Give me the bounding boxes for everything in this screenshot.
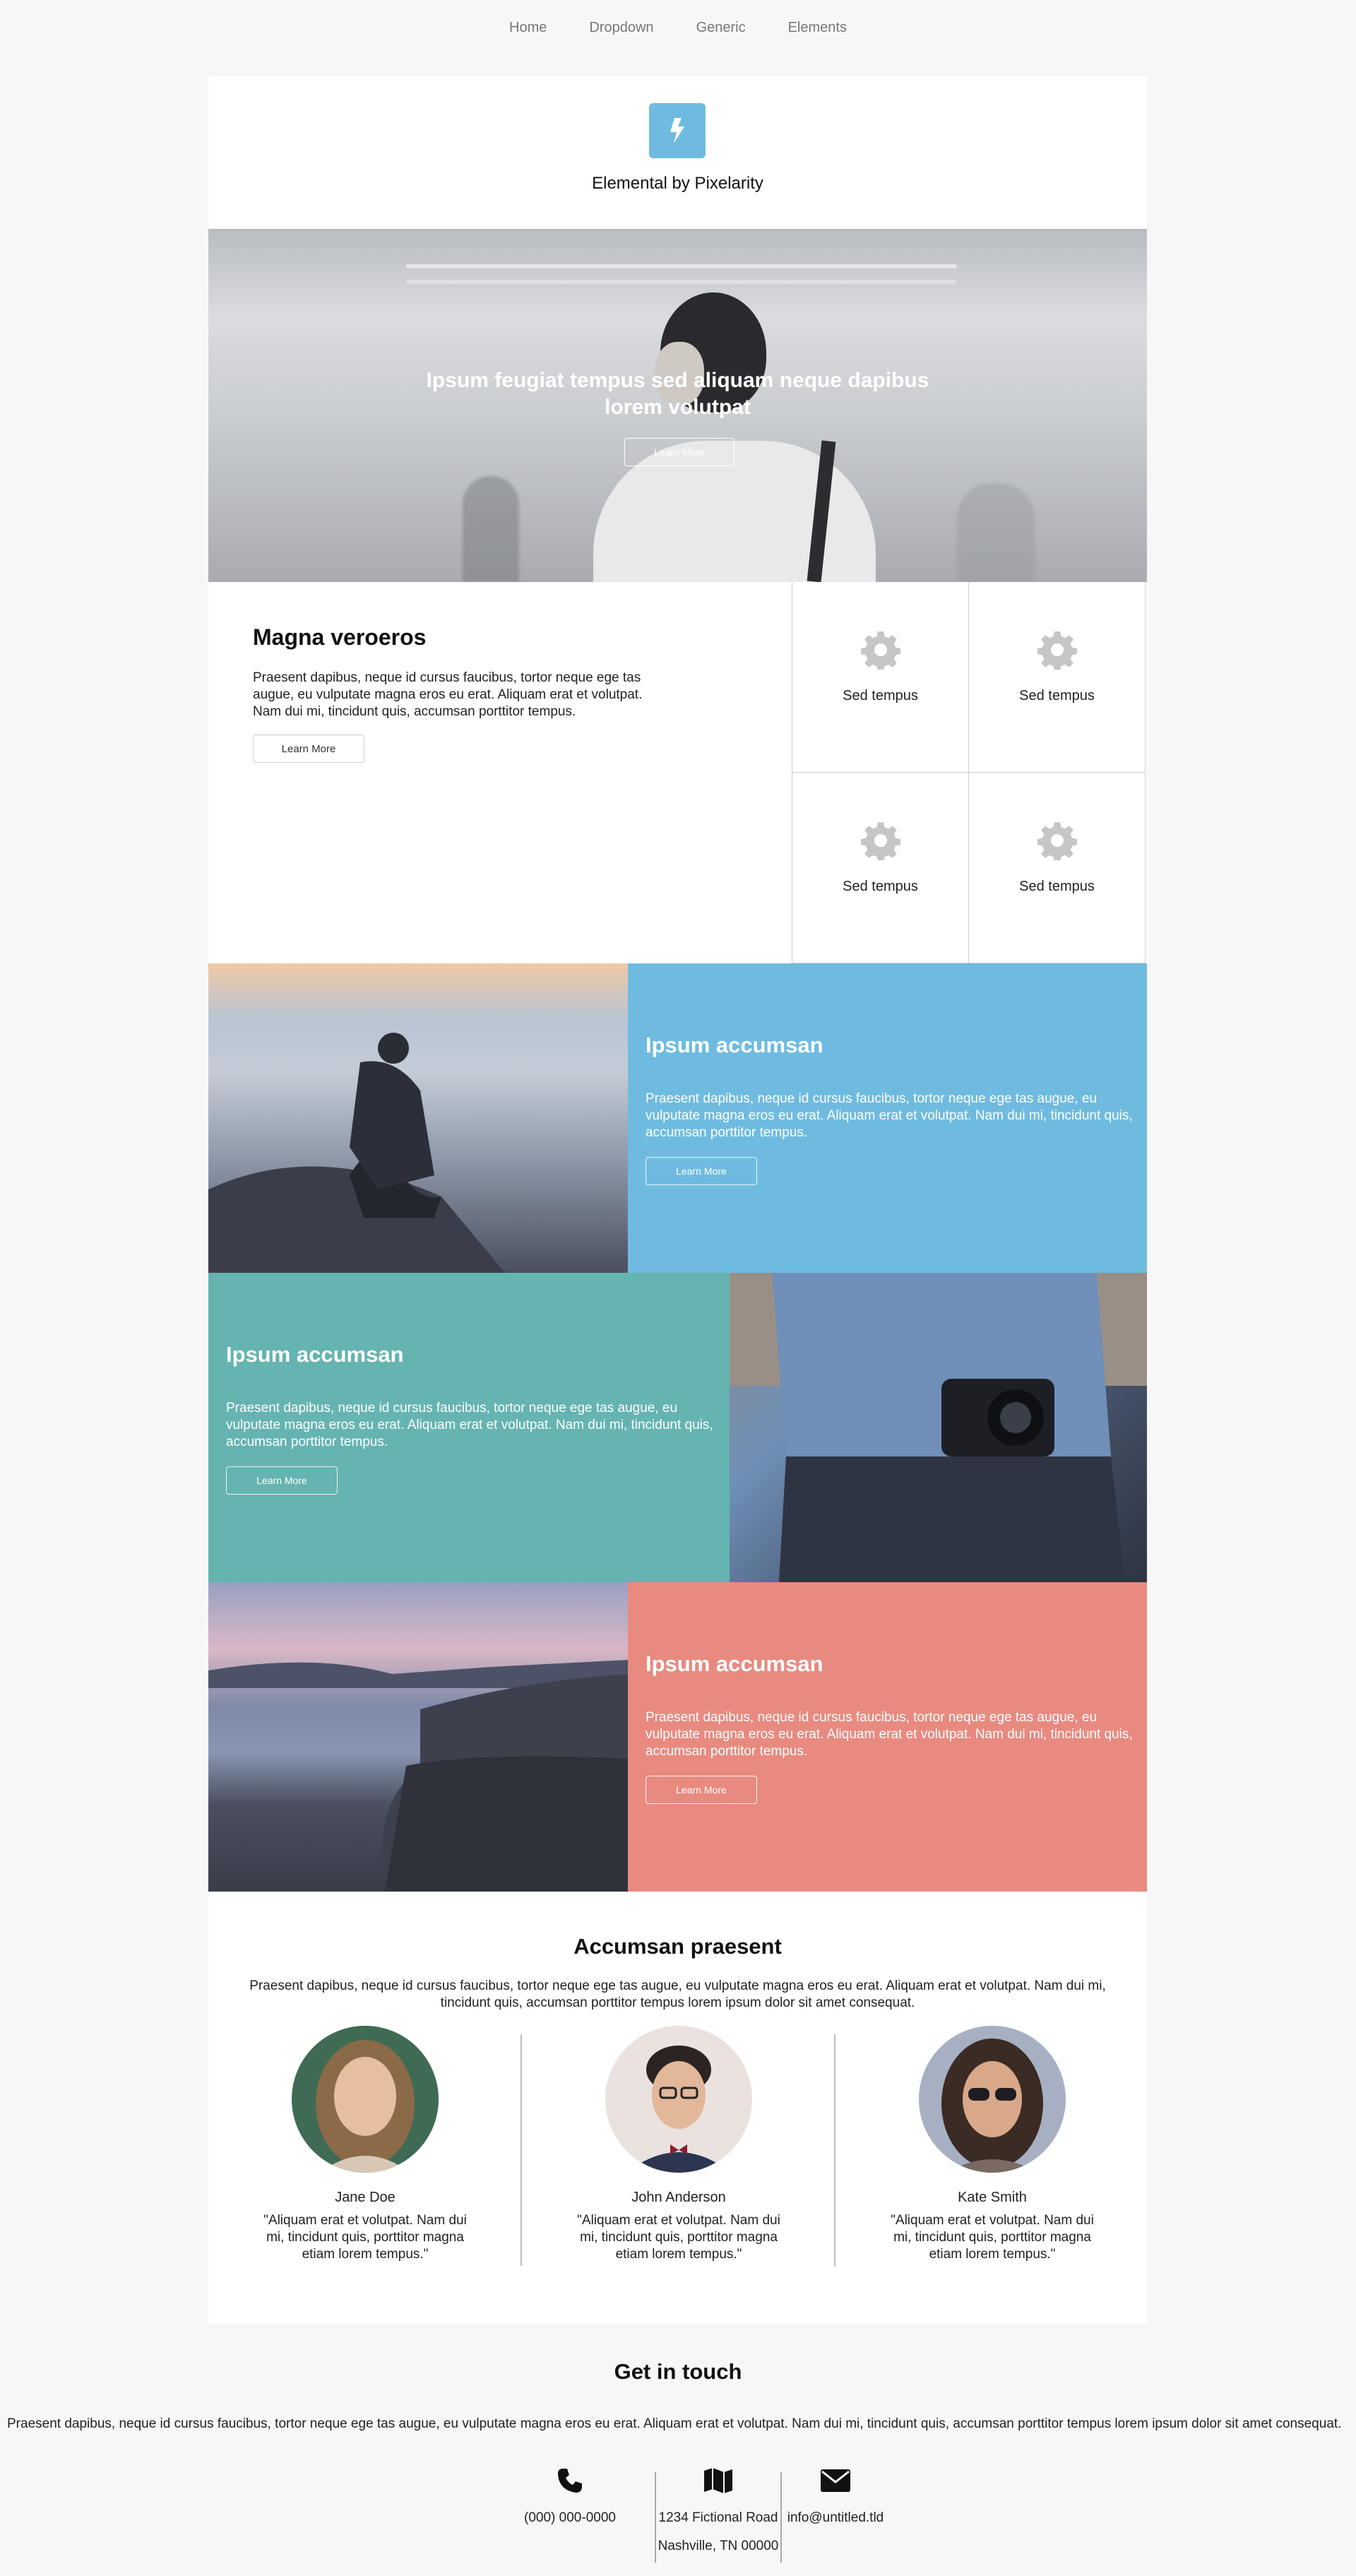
top-nav: Home Dropdown Generic Elements (0, 20, 1356, 36)
avatar (292, 2026, 439, 2173)
avatar-art (292, 2026, 439, 2173)
feature-grid: Sed tempus Sed tempus Sed tempus Sed tem… (792, 582, 1146, 963)
phone-icon-wrap (510, 2464, 630, 2498)
nav-home[interactable]: Home (509, 20, 547, 36)
contact-address-line2: Nashville, TN 00000 (658, 2539, 779, 2553)
spotlight-text: Praesent dapibus, neque id cursus faucib… (646, 1710, 1133, 1759)
spotlight-title: Ipsum accumsan (646, 1651, 823, 1676)
feature-label: Sed tempus (843, 688, 918, 704)
avatar (605, 2026, 752, 2173)
team-member: Kate Smith "Aliquam erat et volutpat. Na… (835, 2026, 1149, 2266)
gear-icon (1037, 631, 1077, 670)
contact-text: Praesent dapibus, neque id cursus faucib… (7, 2416, 1342, 2431)
intro-learn-more-button[interactable]: Learn More (253, 735, 364, 763)
divider (780, 2472, 782, 2563)
banner-learn-more-button[interactable]: Learn More (624, 438, 734, 466)
feature-item: Sed tempus (969, 773, 1146, 963)
spotlight-3: Ipsum accumsan Praesent dapibus, neque i… (208, 1582, 1147, 1892)
phone-icon (558, 2469, 582, 2493)
spotlight-learn-more-button[interactable]: Learn More (226, 1466, 338, 1495)
contact-email: info@untitled.tld (783, 2464, 888, 2526)
team-member: John Anderson "Aliquam erat et volutpat.… (522, 2026, 835, 2266)
page-wrapper: Elemental by Pixelarity Ipsum feugiat te… (208, 76, 1147, 2324)
member-quote: "Aliquam erat et volutpat. Nam dui mi, t… (577, 2213, 780, 2262)
member-quote: "Aliquam erat et volutpat. Nam dui mi, t… (263, 2213, 467, 2262)
spotlight-learn-more-button[interactable]: Learn More (646, 1157, 757, 1185)
intro-text: Praesent dapibus, neque id cursus faucib… (253, 670, 643, 719)
banner-image-detail (406, 280, 957, 284)
gear-icon (861, 822, 900, 860)
site-logo[interactable] (649, 103, 706, 158)
spotlight-panel: Ipsum accumsan Praesent dapibus, neque i… (628, 963, 1147, 1273)
feature-item: Sed tempus (792, 582, 969, 773)
spotlight-image-art (208, 1033, 505, 1273)
map-icon (704, 2468, 732, 2493)
hero-banner: Ipsum feugiat tempus sed aliquam neque d… (208, 229, 1147, 582)
spotlight-image-art (208, 1660, 628, 1892)
gear-icon (1037, 822, 1077, 860)
member-name: Jane Doe (335, 2190, 396, 2205)
spotlight-image (730, 1273, 1147, 1582)
spotlight-text: Praesent dapibus, neque id cursus faucib… (646, 1091, 1133, 1140)
team-intro: Praesent dapibus, neque id cursus faucib… (249, 1978, 1106, 2010)
contact-address-line1: 1234 Fictional Road (658, 2510, 778, 2525)
envelope-icon (821, 2469, 850, 2492)
feature-item: Sed tempus (969, 582, 1146, 773)
spotlight-title: Ipsum accumsan (226, 1342, 404, 1367)
spotlight-learn-more-button[interactable]: Learn More (646, 1776, 757, 1804)
nav-generic[interactable]: Generic (696, 20, 746, 36)
intro-section: Magna veroeros Praesent dapibus, neque i… (208, 582, 1147, 963)
site-title: Elemental by Pixelarity (592, 174, 763, 193)
member-name: John Anderson (631, 2190, 726, 2205)
feature-label: Sed tempus (1019, 879, 1095, 894)
spotlight-image-art (730, 1273, 1147, 1582)
member-quote: "Aliquam erat et volutpat. Nam dui mi, t… (891, 2213, 1094, 2262)
feature-label: Sed tempus (1019, 688, 1095, 704)
banner-image-detail (406, 264, 957, 268)
nav-dropdown[interactable]: Dropdown (589, 20, 653, 36)
spotlight-title: Ipsum accumsan (646, 1033, 823, 1057)
spotlight-2: Ipsum accumsan Praesent dapibus, neque i… (208, 1273, 1147, 1582)
spotlight-1: Ipsum accumsan Praesent dapibus, neque i… (208, 963, 1147, 1273)
feature-label: Sed tempus (843, 879, 918, 894)
avatar-art (605, 2026, 752, 2173)
avatar (919, 2026, 1066, 2173)
banner-image-detail (957, 483, 1035, 582)
bolt-icon (670, 118, 684, 143)
envelope-icon-wrap (783, 2464, 888, 2498)
contact-title: Get in touch (614, 2359, 742, 2384)
intro-title: Magna veroeros (253, 624, 427, 650)
contact-phone: (000) 000-0000 (510, 2464, 630, 2526)
gear-icon (861, 631, 900, 670)
banner-title: Ipsum feugiat tempus sed aliquam neque d… (426, 369, 929, 419)
spotlight-image (208, 1582, 628, 1892)
feature-item: Sed tempus (792, 773, 969, 963)
nav-elements[interactable]: Elements (788, 20, 847, 36)
team-title: Accumsan praesent (573, 1934, 782, 1959)
banner-image-detail (463, 476, 519, 582)
spotlight-panel: Ipsum accumsan Praesent dapibus, neque i… (208, 1273, 730, 1582)
spotlight-panel: Ipsum accumsan Praesent dapibus, neque i… (628, 1582, 1147, 1892)
avatar-art (919, 2026, 1066, 2173)
contact-address: 1234 Fictional Road Nashville, TN 00000 (656, 2464, 780, 2554)
contact-phone-value[interactable]: (000) 000-0000 (510, 2510, 630, 2526)
spotlight-image (208, 963, 628, 1273)
spotlight-text: Praesent dapibus, neque id cursus faucib… (226, 1401, 713, 1449)
team-member: Jane Doe "Aliquam erat et volutpat. Nam … (208, 2026, 522, 2266)
map-icon-wrap (656, 2464, 780, 2498)
contact-email-value[interactable]: info@untitled.tld (783, 2510, 888, 2526)
member-name: Kate Smith (958, 2190, 1027, 2205)
